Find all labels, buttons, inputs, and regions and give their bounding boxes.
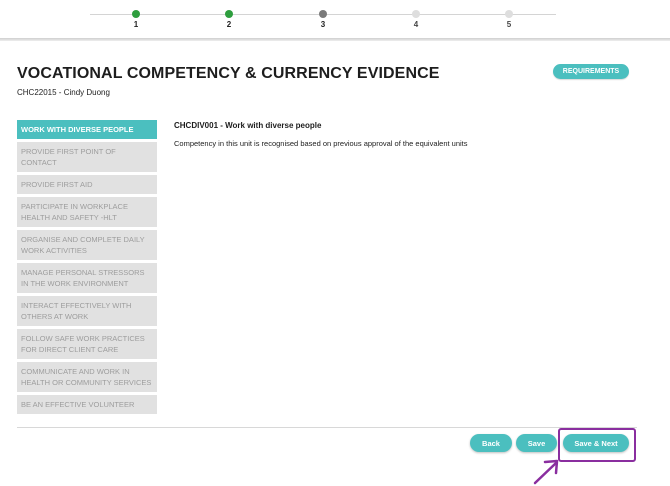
step-5[interactable]: 5 xyxy=(499,10,519,29)
requirements-button[interactable]: REQUIREMENTS xyxy=(553,64,629,79)
unit-sidebar: WORK WITH DIVERSE PEOPLE PROVIDE FIRST P… xyxy=(17,120,157,417)
sidebar-item-organise-daily-work[interactable]: ORGANISE AND COMPLETE DAILY WORK ACTIVIT… xyxy=(17,230,157,260)
step-2[interactable]: 2 xyxy=(219,10,239,29)
sidebar-item-work-with-diverse-people[interactable]: WORK WITH DIVERSE PEOPLE xyxy=(17,120,157,139)
step-complete-icon xyxy=(132,10,140,18)
sidebar-item-provide-first-point-of-contact[interactable]: PROVIDE FIRST POINT OF CONTACT xyxy=(17,142,157,172)
header-divider xyxy=(0,38,670,41)
sidebar-item-be-an-effective-volunteer[interactable]: BE AN EFFECTIVE VOLUNTEER xyxy=(17,395,157,414)
sidebar-item-communicate-and-work[interactable]: COMMUNICATE AND WORK IN HEALTH OR COMMUN… xyxy=(17,362,157,392)
page-title: VOCATIONAL COMPETENCY & CURRENCY EVIDENC… xyxy=(17,65,440,82)
step-pending-icon xyxy=(412,10,420,18)
highlight-box xyxy=(558,428,636,462)
step-number: 4 xyxy=(413,20,419,29)
sidebar-item-manage-personal-stressors[interactable]: MANAGE PERSONAL STRESSORS IN THE WORK EN… xyxy=(17,263,157,293)
page-subtitle: CHC22015 - Cindy Duong xyxy=(17,88,110,97)
step-number: 3 xyxy=(320,20,326,29)
sidebar-item-follow-safe-work-practices[interactable]: FOLLOW SAFE WORK PRACTICES FOR DIRECT CL… xyxy=(17,329,157,359)
back-button[interactable]: Back xyxy=(470,434,512,452)
step-number: 2 xyxy=(226,20,232,29)
step-number: 1 xyxy=(133,20,139,29)
unit-title: CHCDIV001 - Work with diverse people xyxy=(174,121,322,130)
progress-stepper: 1 2 3 4 5 xyxy=(0,0,670,40)
step-complete-icon xyxy=(225,10,233,18)
step-3[interactable]: 3 xyxy=(313,10,333,29)
step-number: 5 xyxy=(506,20,512,29)
unit-description: Competency in this unit is recognised ba… xyxy=(174,139,468,148)
step-pending-icon xyxy=(505,10,513,18)
sidebar-item-provide-first-aid[interactable]: PROVIDE FIRST AID xyxy=(17,175,157,194)
pointer-arrow-icon xyxy=(533,459,559,485)
sidebar-item-interact-effectively[interactable]: INTERACT EFFECTIVELY WITH OTHERS AT WORK xyxy=(17,296,157,326)
footer-divider xyxy=(17,427,637,428)
step-current-icon xyxy=(319,10,327,18)
sidebar-item-workplace-health-and-safety[interactable]: PARTICIPATE IN WORKPLACE HEALTH AND SAFE… xyxy=(17,197,157,227)
step-4[interactable]: 4 xyxy=(406,10,426,29)
save-button[interactable]: Save xyxy=(516,434,557,452)
step-1[interactable]: 1 xyxy=(126,10,146,29)
